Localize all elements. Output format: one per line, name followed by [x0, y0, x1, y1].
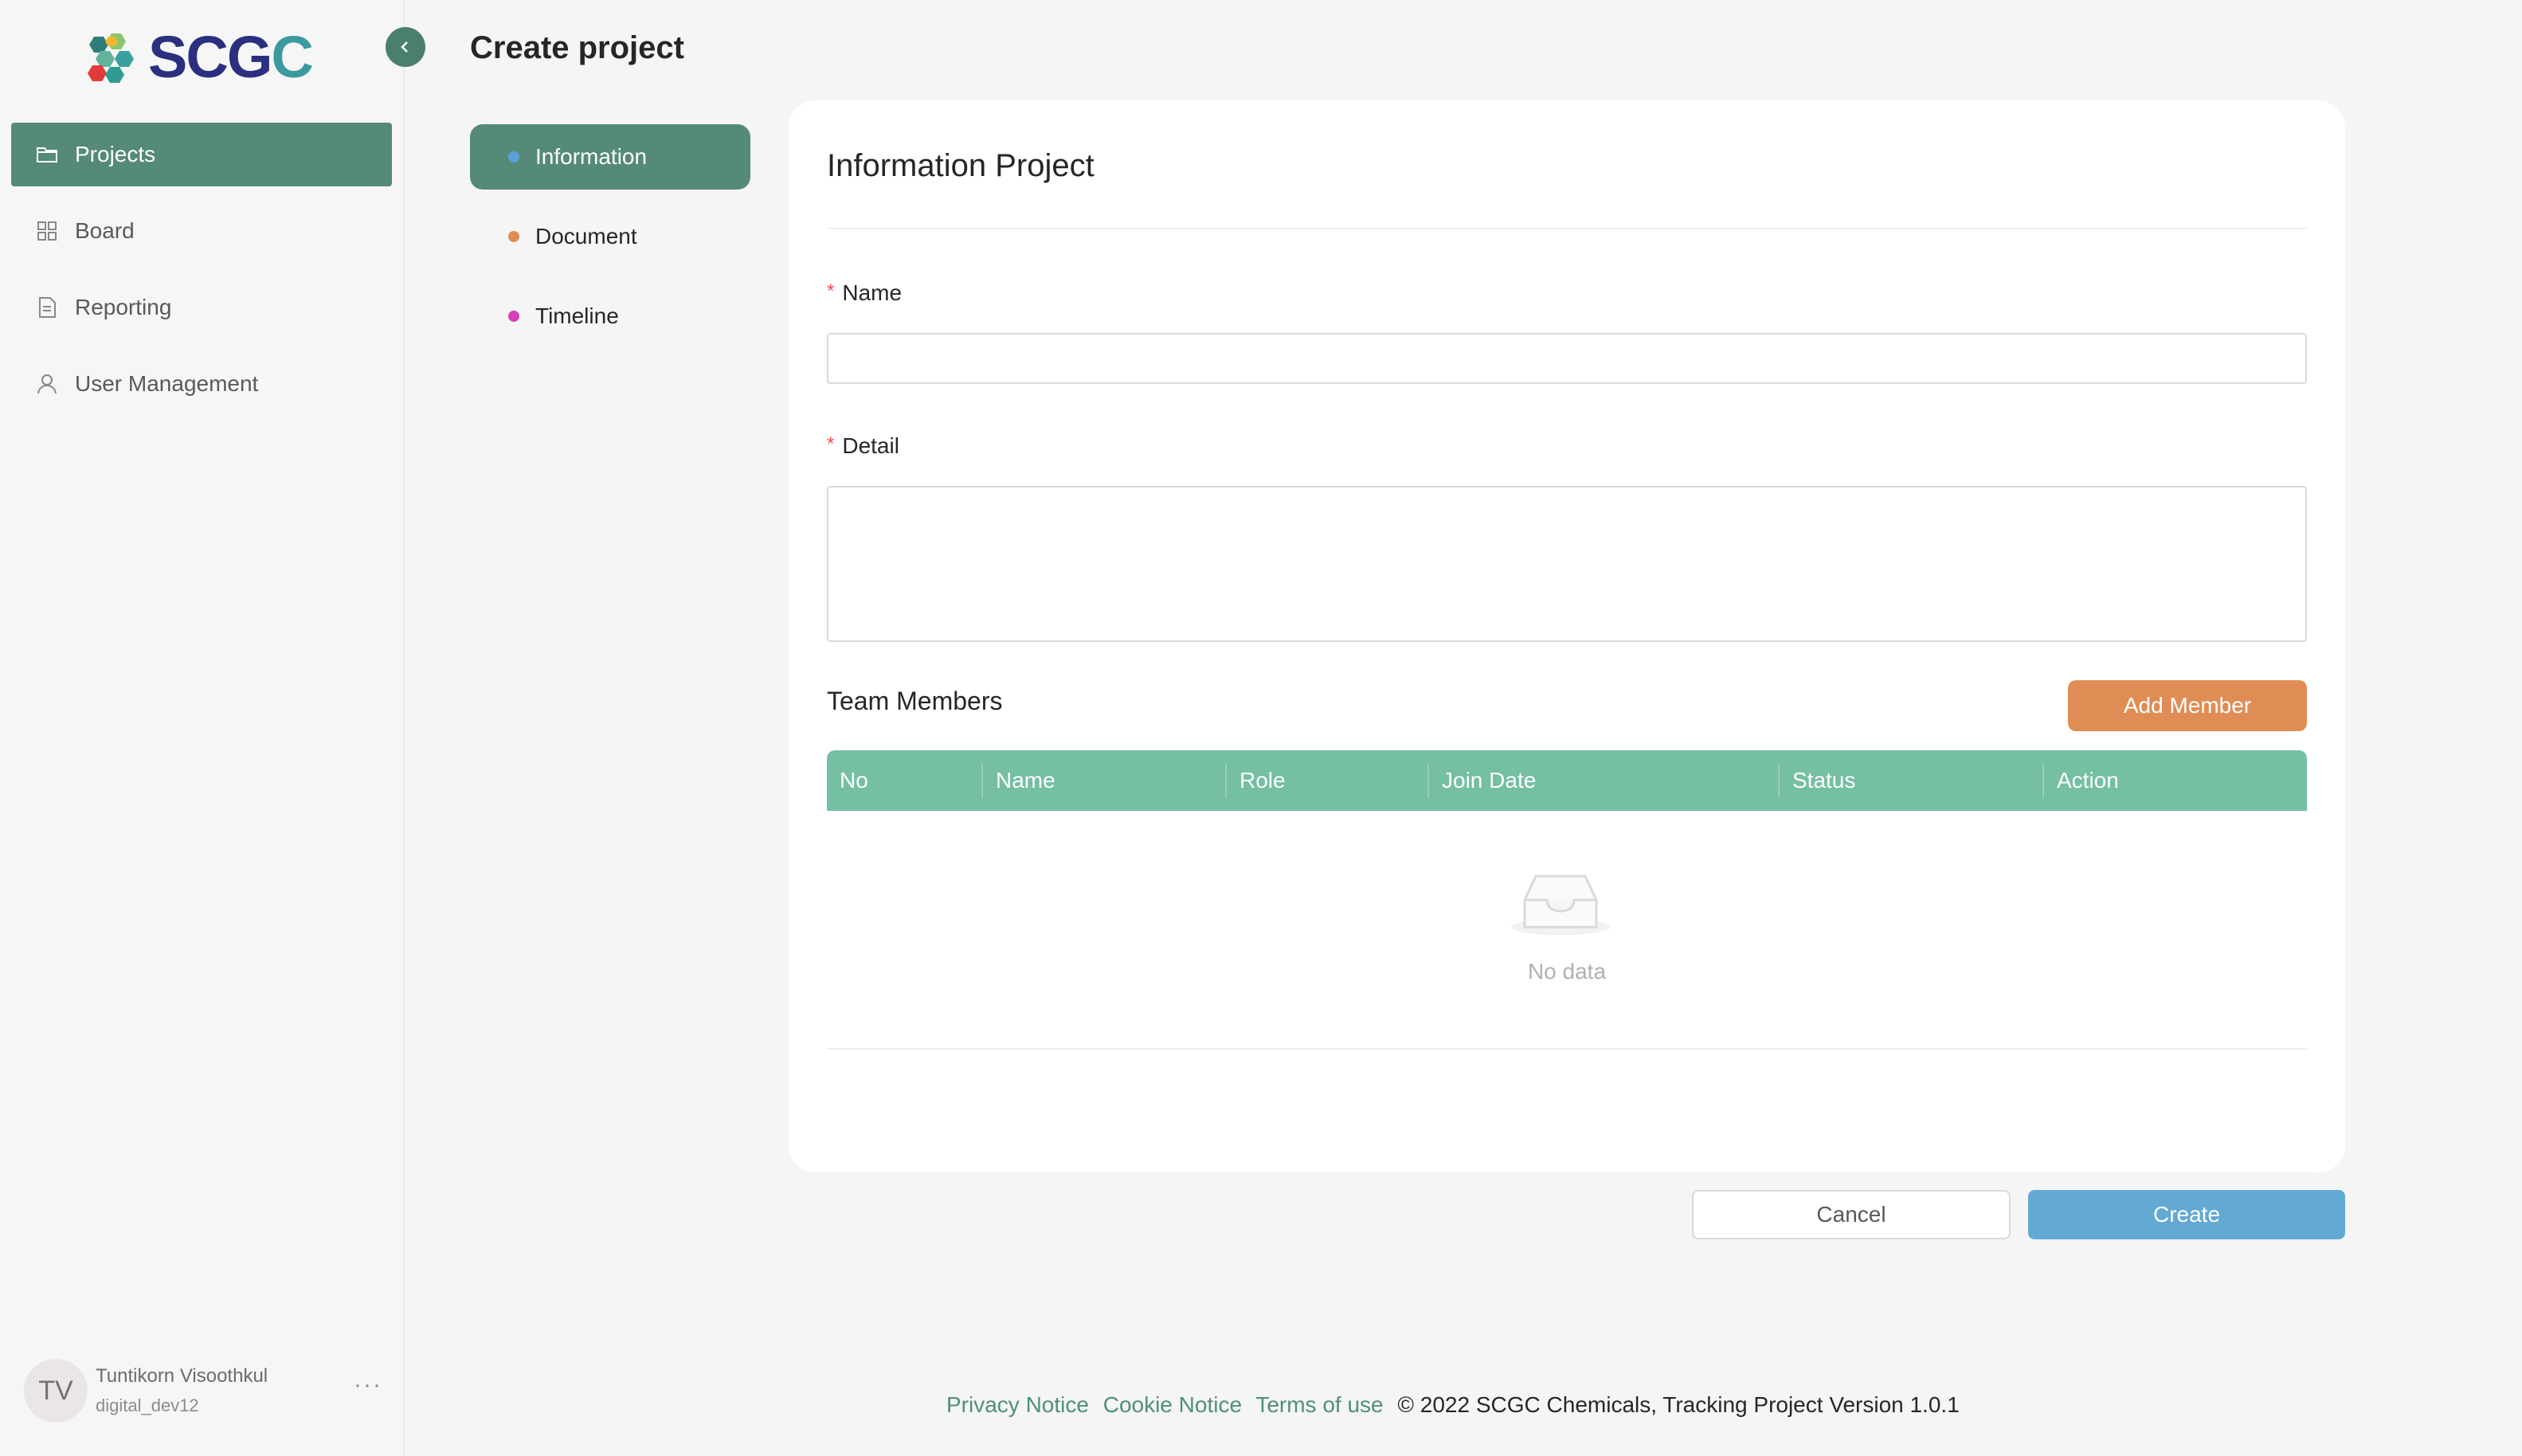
folder-icon — [35, 143, 59, 166]
sidebar-item-label: Projects — [75, 142, 156, 166]
terms-of-use-link[interactable]: Terms of use — [1255, 1392, 1383, 1417]
step-document[interactable]: Document — [470, 204, 750, 269]
footer: Privacy Notice Cookie Notice Terms of us… — [946, 1392, 1960, 1418]
privacy-notice-link[interactable]: Privacy Notice — [946, 1392, 1089, 1417]
card-title: Information Project — [827, 148, 1095, 183]
avatar: TV — [24, 1359, 88, 1423]
column-header-action[interactable]: Action — [2042, 763, 2307, 798]
cookie-notice-link[interactable]: Cookie Notice — [1103, 1392, 1242, 1417]
empty-inbox-icon — [1511, 875, 1610, 935]
step-dot — [508, 151, 519, 162]
step-dot — [508, 311, 519, 322]
table-header: No Name Role Join Date Status Action — [827, 750, 2307, 811]
cancel-button[interactable]: Cancel — [1692, 1190, 2011, 1239]
step-label: Timeline — [535, 303, 619, 328]
sidebar: SCGC Projects Board Reporting User Manag… — [0, 0, 405, 1456]
detail-textarea[interactable] — [827, 486, 2307, 642]
information-card: Information Project * Name * Detail Team M… — [789, 100, 2345, 1172]
scgc-logo-text: SCGC — [148, 24, 314, 90]
sidebar-item-projects[interactable]: Projects — [11, 123, 392, 186]
sidebar-item-label: User Management — [75, 371, 259, 396]
collapse-sidebar-button[interactable] — [386, 27, 425, 67]
column-header-join-date[interactable]: Join Date — [1427, 763, 1778, 798]
copyright-text: © 2022 SCGC Chemicals, Tracking Project … — [1397, 1392, 1960, 1417]
user-username: digital_dev12 — [96, 1395, 199, 1415]
column-header-name[interactable]: Name — [981, 763, 1225, 798]
document-icon — [35, 296, 59, 319]
column-header-no[interactable]: No — [827, 763, 981, 798]
table-empty-state: No data — [827, 811, 2307, 1050]
grid-icon — [35, 219, 59, 243]
user-name: Tuntikorn Visoothkul — [96, 1365, 268, 1387]
create-button[interactable]: Create — [2028, 1190, 2345, 1239]
name-label: * Name — [827, 280, 902, 306]
team-members-table: No Name Role Join Date Status Action No … — [827, 750, 2307, 1050]
required-mark: * — [827, 433, 835, 455]
sidebar-item-board[interactable]: Board — [11, 199, 392, 263]
user-profile[interactable]: TV Tuntikorn Visoothkul digital_dev12 ··… — [24, 1357, 382, 1424]
required-mark: * — [827, 280, 835, 302]
scgc-logo-mark-icon — [88, 33, 134, 83]
column-header-role[interactable]: Role — [1225, 763, 1427, 798]
column-header-status[interactable]: Status — [1778, 763, 2042, 798]
name-input[interactable] — [827, 333, 2307, 384]
scgc-logo: SCGC — [83, 24, 314, 90]
sidebar-item-label: Board — [75, 218, 135, 243]
no-data-text: No data — [1527, 959, 1607, 984]
sidebar-item-user-management[interactable]: User Management — [11, 352, 392, 416]
add-member-button[interactable]: Add Member — [2068, 680, 2307, 731]
detail-label: * Detail — [827, 433, 899, 459]
step-nav: Information Document Timeline — [470, 124, 750, 363]
page-title: Create project — [470, 30, 684, 65]
name-label-text: Name — [842, 280, 903, 305]
team-members-title: Team Members — [827, 687, 1003, 715]
step-label: Information — [535, 144, 648, 169]
chevron-left-icon — [401, 41, 408, 53]
sidebar-nav: Projects Board Reporting User Management — [11, 123, 392, 429]
user-info: Tuntikorn Visoothkul digital_dev12 — [96, 1365, 268, 1416]
detail-label-text: Detail — [842, 433, 899, 458]
sidebar-item-reporting[interactable]: Reporting — [11, 276, 392, 339]
step-dot — [508, 231, 519, 242]
sidebar-item-label: Reporting — [75, 295, 172, 319]
more-options-icon[interactable]: ··· — [354, 1372, 382, 1399]
step-timeline[interactable]: Timeline — [470, 284, 750, 349]
divider — [827, 228, 2307, 229]
user-icon — [35, 372, 59, 396]
step-label: Document — [535, 224, 637, 249]
step-information[interactable]: Information — [470, 124, 750, 190]
